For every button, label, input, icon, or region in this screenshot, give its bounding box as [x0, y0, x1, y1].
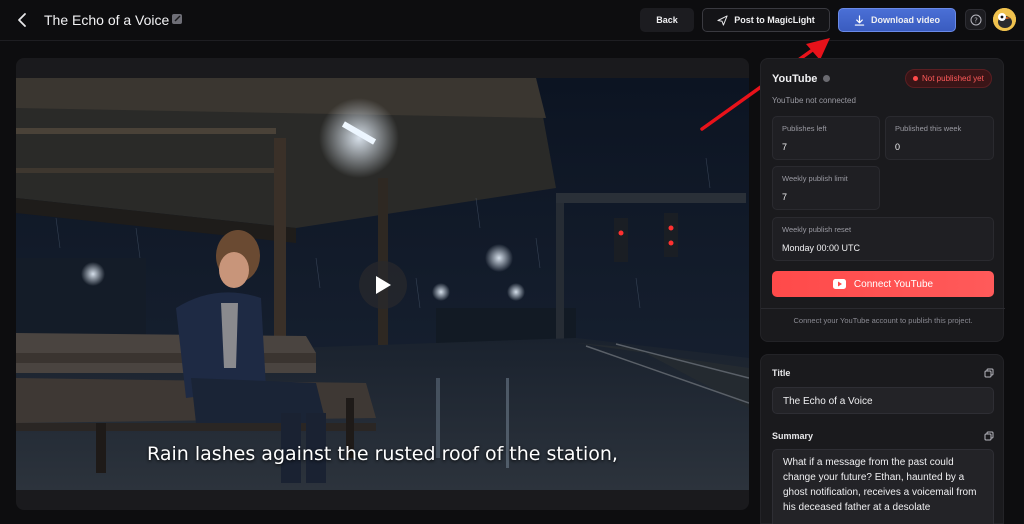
svg-text:?: ?	[974, 16, 978, 24]
publishes-left-label: Publishes left	[782, 124, 827, 133]
back-button[interactable]: Back	[640, 8, 694, 32]
published-this-week-card: Published this week 0	[885, 116, 994, 160]
publishes-left-value: 7	[782, 142, 788, 152]
divider	[761, 308, 1005, 309]
title-field-label: Title	[772, 368, 791, 378]
status-dot-icon	[913, 76, 918, 81]
copy-title-icon[interactable]	[984, 368, 994, 378]
back-button-label: Back	[656, 15, 678, 25]
post-to-magiclight-button[interactable]: Post to MagicLight	[702, 8, 830, 32]
summary-field[interactable]: What if a message from the past could ch…	[772, 449, 994, 524]
weekly-limit-label: Weekly publish limit	[782, 174, 848, 183]
youtube-panel: YouTube Not published yet YouTube not co…	[760, 58, 1005, 342]
download-button-label: Download video	[870, 15, 940, 25]
youtube-icon	[832, 279, 846, 289]
help-icon: ?	[970, 14, 981, 25]
back-chevron-icon[interactable]	[14, 11, 30, 29]
play-button[interactable]	[359, 261, 407, 309]
published-week-label: Published this week	[895, 124, 962, 133]
weekly-limit-value: 7	[782, 192, 788, 202]
connect-youtube-button[interactable]: Connect YouTube	[772, 271, 994, 297]
info-icon[interactable]	[823, 75, 830, 82]
download-icon	[854, 14, 865, 26]
summary-field-label: Summary	[772, 431, 814, 441]
publishes-left-card: Publishes left 7	[772, 116, 880, 160]
title-field[interactable]: The Echo of a Voice	[772, 387, 994, 414]
status-badge: Not published yet	[905, 69, 992, 88]
top-bar: The Echo of a Voice Back Post to MagicLi…	[0, 0, 1024, 41]
video-player[interactable]: Rain lashes against the rusted roof of t…	[16, 58, 749, 510]
avatar[interactable]	[993, 8, 1016, 31]
status-badge-label: Not published yet	[922, 74, 984, 83]
post-button-label: Post to MagicLight	[734, 15, 815, 25]
youtube-connection-status: YouTube not connected	[772, 96, 856, 105]
youtube-panel-title: YouTube	[772, 73, 818, 85]
help-button[interactable]: ?	[965, 9, 986, 30]
copy-summary-icon[interactable]	[984, 431, 994, 441]
play-icon	[376, 276, 391, 294]
avatar-bird-icon	[993, 8, 1016, 31]
page-title: The Echo of a Voice	[44, 12, 170, 28]
video-frame[interactable]: Rain lashes against the rusted roof of t…	[16, 78, 749, 490]
send-icon	[717, 14, 728, 26]
edit-icon[interactable]	[171, 12, 184, 26]
video-caption: Rain lashes against the rusted roof of t…	[147, 443, 618, 465]
youtube-help-text: Connect your YouTube account to publish …	[793, 316, 973, 325]
published-week-value: 0	[895, 142, 901, 152]
download-video-button[interactable]: Download video	[838, 8, 956, 32]
connect-youtube-label: Connect YouTube	[853, 278, 934, 290]
weekly-reset-card: Weekly publish reset Monday 00:00 UTC	[772, 217, 994, 261]
weekly-reset-value: Monday 00:00 UTC	[782, 243, 861, 253]
weekly-limit-card: Weekly publish limit 7	[772, 166, 880, 210]
weekly-reset-label: Weekly publish reset	[782, 225, 852, 234]
metadata-panel: Title The Echo of a Voice Summary What i…	[760, 354, 1004, 524]
